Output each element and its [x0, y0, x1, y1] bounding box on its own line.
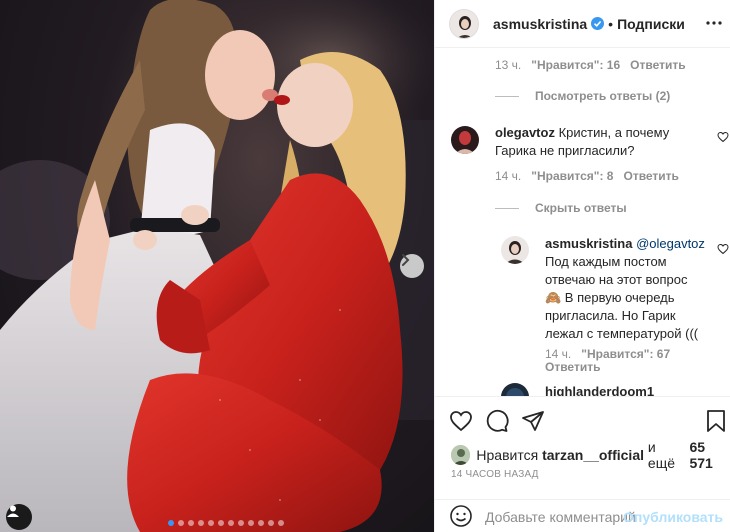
likes-count[interactable]: 65 571 — [689, 439, 730, 471]
publish-button[interactable]: Опубликовать — [623, 509, 723, 525]
comment-likes[interactable]: "Нравится": 16 — [531, 58, 620, 72]
mention-link[interactable]: @olegavtoz — [636, 236, 705, 251]
comment-text-line: отвечаю на этот вопрос — [545, 272, 688, 287]
commenter-avatar[interactable] — [501, 236, 529, 264]
comment-input[interactable] — [485, 504, 635, 530]
carousel-dot — [228, 520, 234, 526]
carousel-dot — [258, 520, 264, 526]
likes-summary: Нравится tarzan__official и ещё 65 571 — [451, 439, 730, 471]
liker-avatar[interactable] — [451, 445, 471, 465]
reply-button[interactable]: Ответить — [623, 169, 678, 183]
commenter-username[interactable]: highlanderdoom1 — [545, 384, 654, 396]
post-timestamp[interactable]: 14 ЧАСОВ НАЗАД — [451, 469, 539, 480]
author-avatar[interactable] — [449, 8, 479, 39]
comment-meta: 13 ч. "Нравится": 16 Ответить — [495, 58, 696, 72]
like-comment-heart-icon[interactable] — [717, 131, 729, 146]
carousel-dot — [268, 520, 274, 526]
reply-body: asmuskristina @olegavtoz Под каждым пост… — [545, 235, 711, 343]
carousel-dot — [218, 520, 224, 526]
comment-meta: 14 ч. "Нравится": 67 — [545, 347, 680, 361]
post-photo[interactable] — [0, 0, 434, 532]
more-horizontal-icon[interactable] — [705, 14, 723, 35]
comment-text-line: Гарика не пригласили? — [495, 143, 635, 158]
header-separator: • — [608, 15, 614, 32]
comment-text-line: Кристин, а почему — [558, 125, 670, 140]
comments-list[interactable]: 13 ч. "Нравится": 16 Ответить Посмотреть… — [435, 49, 730, 396]
photo-illustration — [0, 0, 434, 532]
carousel-dot — [168, 520, 174, 526]
carousel-dot — [198, 520, 204, 526]
carousel-dot — [278, 520, 284, 526]
comment-time: 14 ч. — [495, 169, 522, 183]
carousel-indicator — [168, 520, 284, 526]
divider — [495, 95, 519, 97]
likes-mid: и ещё — [647, 439, 675, 471]
comment-likes[interactable]: "Нравится": 8 — [531, 169, 613, 183]
add-comment-bar: Опубликовать — [435, 499, 730, 532]
post-sidebar: asmuskristina • Подписки 13 ч. "Нравится… — [434, 0, 730, 532]
comment-body: olegavtoz Кристин, а почему Гарика не пр… — [495, 124, 705, 160]
commenter-avatar[interactable] — [451, 126, 479, 154]
reply-button[interactable]: Ответить — [630, 58, 685, 72]
following-button[interactable]: Подписки — [617, 16, 685, 32]
share-icon[interactable] — [521, 409, 545, 436]
comment-body: highlanderdoom1 — [545, 383, 654, 396]
post-header: asmuskristina • Подписки — [435, 0, 730, 48]
tagged-people-button[interactable] — [6, 504, 32, 530]
divider — [495, 207, 519, 209]
comment-time: 13 ч. — [495, 58, 522, 72]
view-replies-label: Посмотреть ответы (2) — [535, 89, 671, 103]
comment-icon[interactable] — [485, 409, 509, 436]
view-replies-button[interactable]: Посмотреть ответы (2) — [495, 89, 670, 103]
comment-likes[interactable]: "Нравится": 67 — [581, 347, 670, 361]
commenter-username[interactable]: olegavtoz — [495, 125, 555, 140]
comment-meta: 14 ч. "Нравится": 8 Ответить — [495, 169, 689, 183]
likes-prefix: Нравится — [476, 447, 539, 463]
carousel-dot — [178, 520, 184, 526]
carousel-dot — [238, 520, 244, 526]
comment-time: 14 ч. — [545, 347, 572, 361]
commenter-avatar[interactable] — [501, 383, 529, 396]
like-comment-heart-icon[interactable] — [717, 243, 729, 258]
comment-text-line: лежал с температурой ((( — [545, 326, 699, 341]
post-actions: Нравится tarzan__official и ещё 65 571 1… — [435, 396, 730, 532]
carousel-dot — [188, 520, 194, 526]
reply-button[interactable]: Ответить — [545, 360, 600, 374]
hide-replies-button[interactable]: Скрыть ответы — [495, 201, 627, 215]
liker-username[interactable]: tarzan__official — [542, 447, 644, 463]
carousel-dot — [248, 520, 254, 526]
smiley-icon[interactable] — [449, 504, 473, 531]
bookmark-icon[interactable] — [705, 409, 727, 436]
comment-text-line: пригласила. Но Гарик — [545, 308, 676, 323]
next-photo-button[interactable] — [400, 254, 424, 278]
comment-meta-reply: Ответить — [545, 360, 610, 374]
heart-icon[interactable] — [449, 409, 473, 436]
comment-text-line: 🙈 В первую очередь — [545, 290, 675, 305]
comment-text-line: Под каждым постом — [545, 254, 667, 269]
verified-badge-icon — [591, 17, 605, 30]
commenter-username[interactable]: asmuskristina — [545, 236, 632, 251]
hide-replies-label: Скрыть ответы — [535, 201, 627, 215]
carousel-dot — [208, 520, 214, 526]
author-username[interactable]: asmuskristina — [493, 16, 587, 32]
